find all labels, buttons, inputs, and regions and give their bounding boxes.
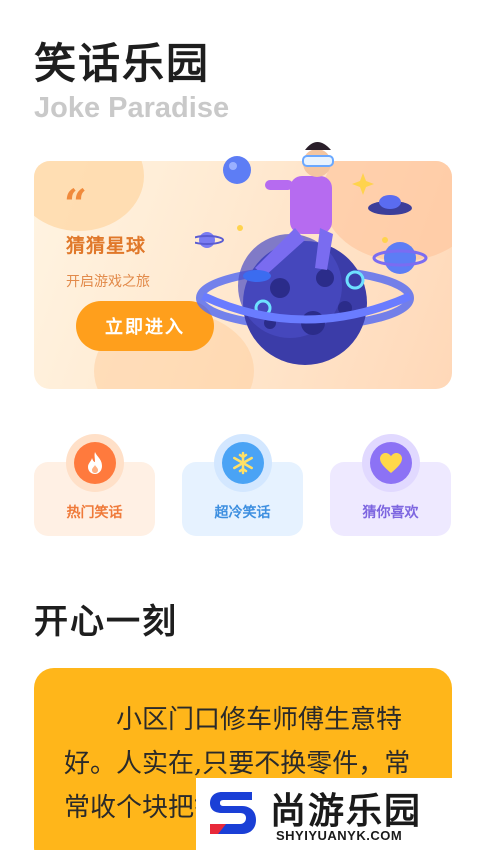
snowflake-icon bbox=[221, 442, 264, 484]
heart-icon bbox=[369, 442, 412, 484]
banner-subtitle: 开启游戏之旅 bbox=[66, 274, 150, 290]
enter-now-button[interactable]: 立即进入 bbox=[76, 301, 214, 351]
category-you-may-like[interactable]: 猜你喜欢 bbox=[330, 434, 451, 536]
category-hot-jokes[interactable]: 热门笑话 bbox=[34, 434, 155, 536]
fire-icon bbox=[73, 442, 116, 484]
app-subtitle: Joke Paradise bbox=[34, 92, 230, 124]
watermark-brand: 尚游乐园 bbox=[270, 791, 423, 832]
banner-title: 猜猜星球 bbox=[66, 235, 147, 257]
planet-astronaut-illustration bbox=[195, 142, 428, 365]
section-title: 开心一刻 bbox=[34, 602, 178, 642]
banner-decor-blob bbox=[34, 161, 144, 231]
brand-logo-icon bbox=[210, 792, 256, 834]
watermark-logo: 尚游乐园 SHYIYUANYK.COM bbox=[196, 778, 478, 850]
quote-mark-icon: “ bbox=[64, 181, 88, 228]
category-label: 猜你喜欢 bbox=[362, 505, 419, 521]
category-label: 超冷笑话 bbox=[214, 505, 271, 521]
app-title: 笑话乐园 bbox=[34, 39, 211, 88]
category-label: 热门笑话 bbox=[66, 505, 123, 521]
watermark-url: SHYIYUANYK.COM bbox=[276, 828, 403, 843]
category-cold-jokes[interactable]: 超冷笑话 bbox=[182, 434, 303, 536]
